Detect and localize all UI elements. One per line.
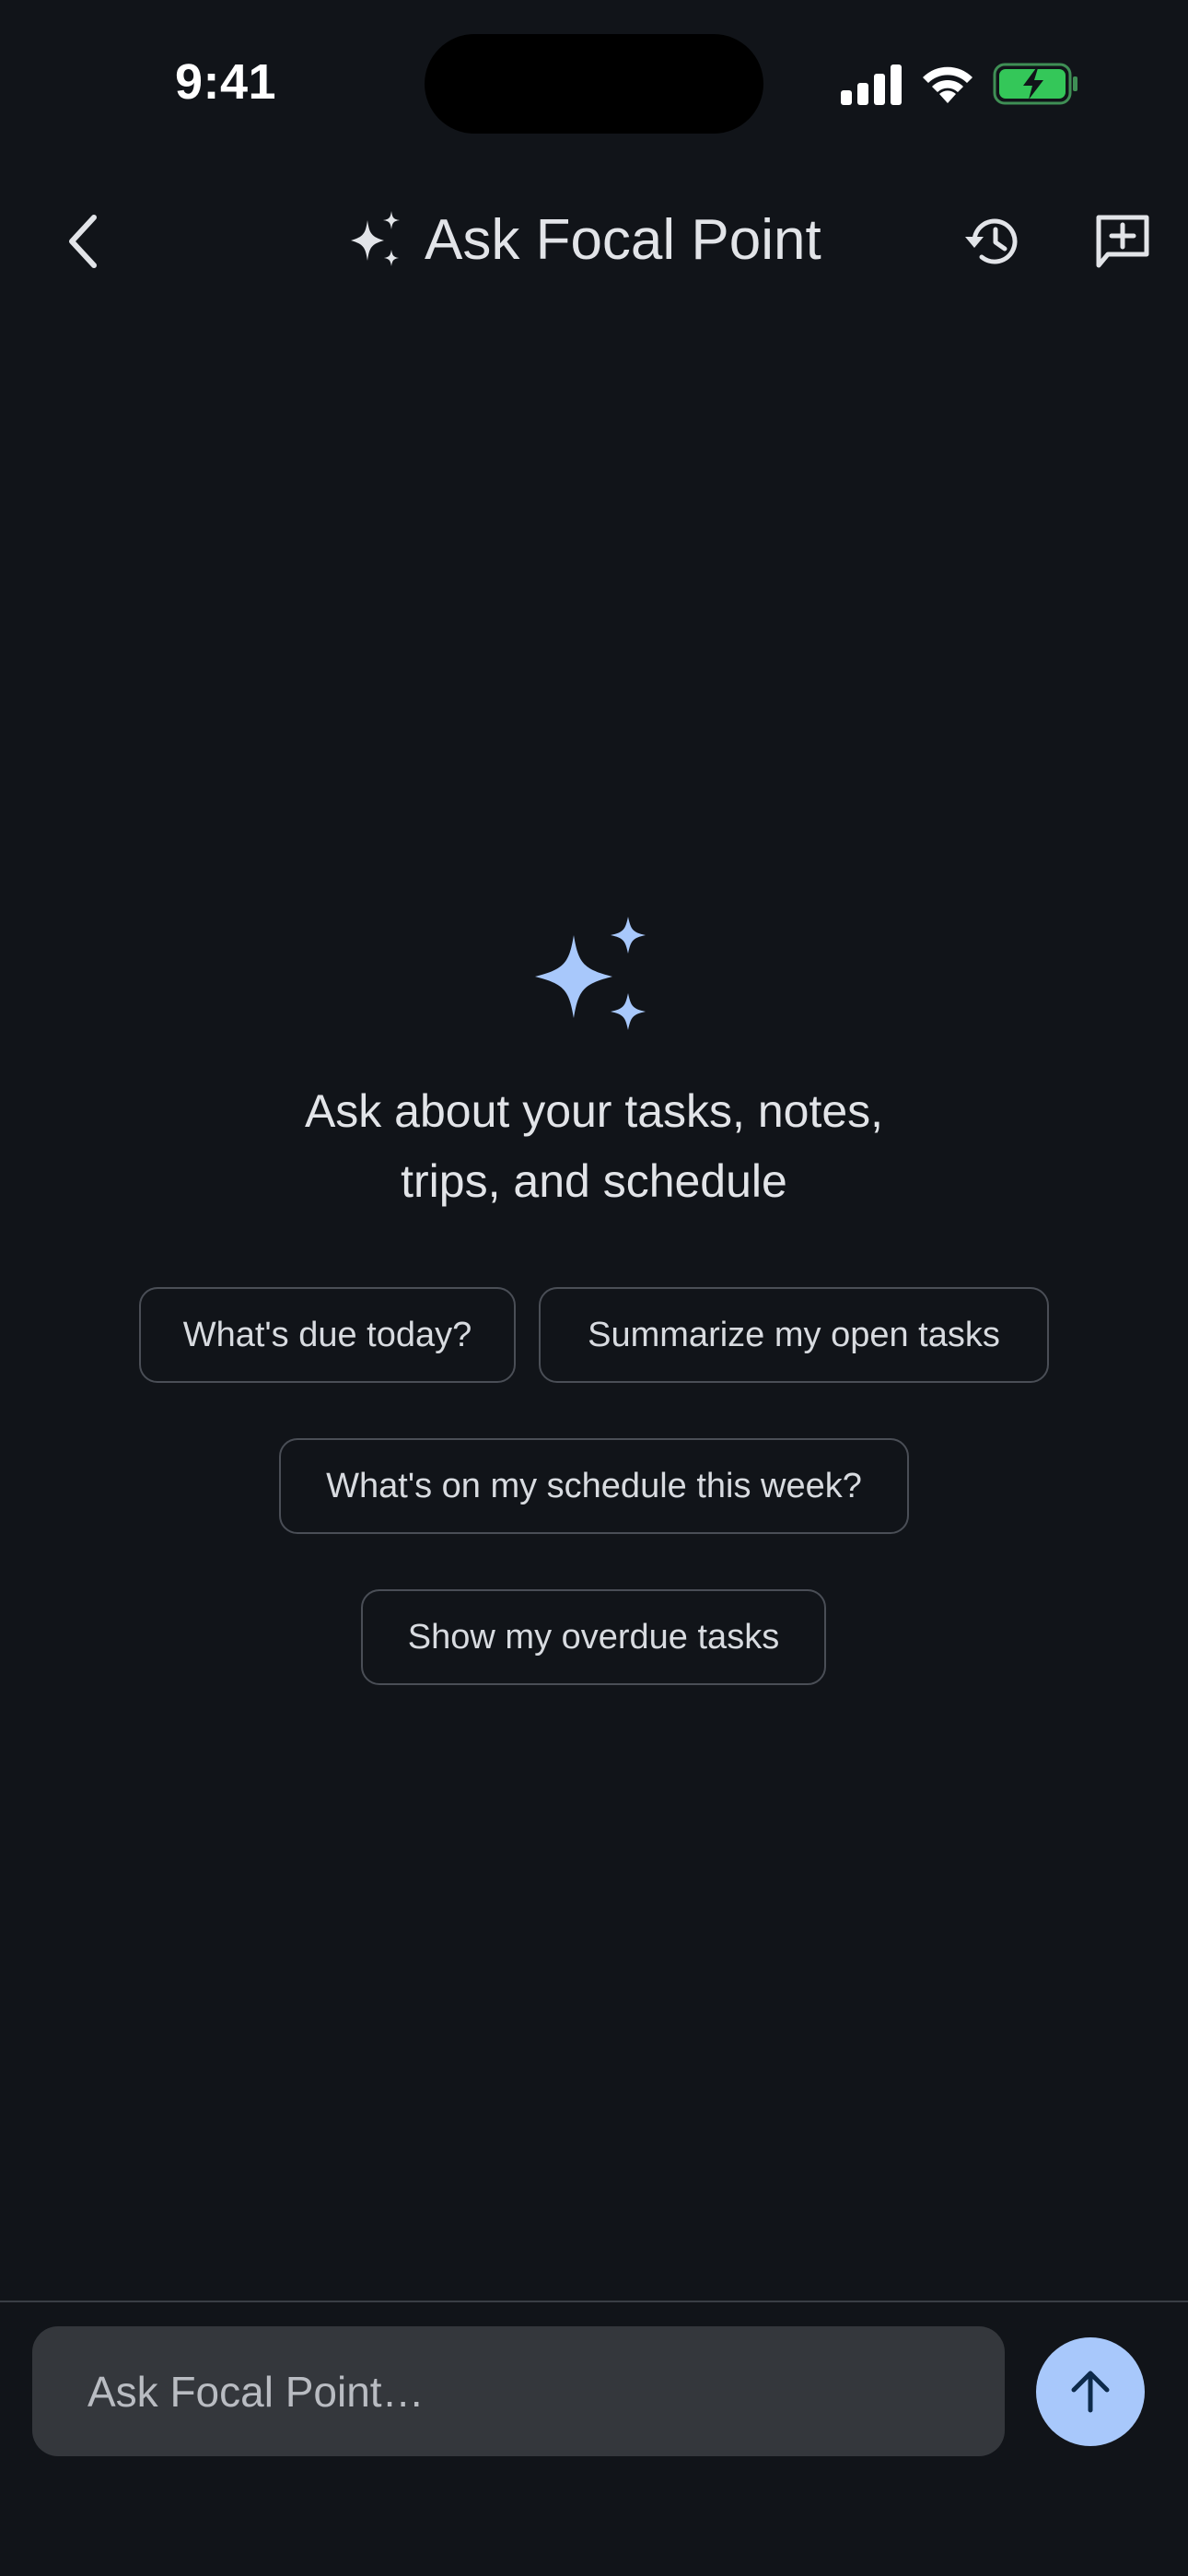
dynamic-island [425, 34, 763, 134]
battery-charging-icon [993, 63, 1077, 105]
wifi-icon [923, 66, 973, 103]
empty-state-heading: Ask about your tasks, notes, trips, and … [180, 1076, 1008, 1216]
suggestion-chip-due-today[interactable]: What's due today? [139, 1287, 516, 1383]
sparkle-icon [351, 211, 400, 266]
arrow-up-icon [1071, 2371, 1110, 2413]
back-chevron-icon [69, 215, 97, 268]
composer-divider [0, 2301, 1188, 2302]
history-button[interactable] [953, 205, 1034, 278]
empty-state-heading-line2: trips, and schedule [401, 1155, 787, 1207]
sparkle-icon [535, 917, 646, 1030]
signal-icon [841, 64, 902, 105]
new-chat-button[interactable] [1082, 205, 1163, 278]
suggestion-chip-summarize-tasks[interactable]: Summarize my open tasks [539, 1287, 1049, 1383]
suggestion-chip-schedule-week[interactable]: What's on my schedule this week? [279, 1438, 909, 1534]
send-button[interactable] [1036, 2337, 1145, 2446]
back-button[interactable] [46, 205, 120, 278]
status-bar: 9:41 [0, 0, 1188, 166]
history-icon [965, 218, 1018, 264]
message-input[interactable] [32, 2326, 1005, 2456]
suggestion-chip-overdue-tasks[interactable]: Show my overdue tasks [361, 1589, 826, 1685]
app-header: Ask Focal Point [0, 184, 1188, 295]
chat-screen: 9:41 Ask Focal Point Ask about your task… [0, 0, 1188, 2576]
page-title: Ask Focal Point [425, 207, 821, 272]
new-chat-icon [1096, 215, 1149, 268]
empty-state-heading-line1: Ask about your tasks, notes, [304, 1085, 884, 1137]
header-title-group: Ask Focal Point [345, 203, 821, 276]
status-time: 9:41 [175, 54, 277, 110]
